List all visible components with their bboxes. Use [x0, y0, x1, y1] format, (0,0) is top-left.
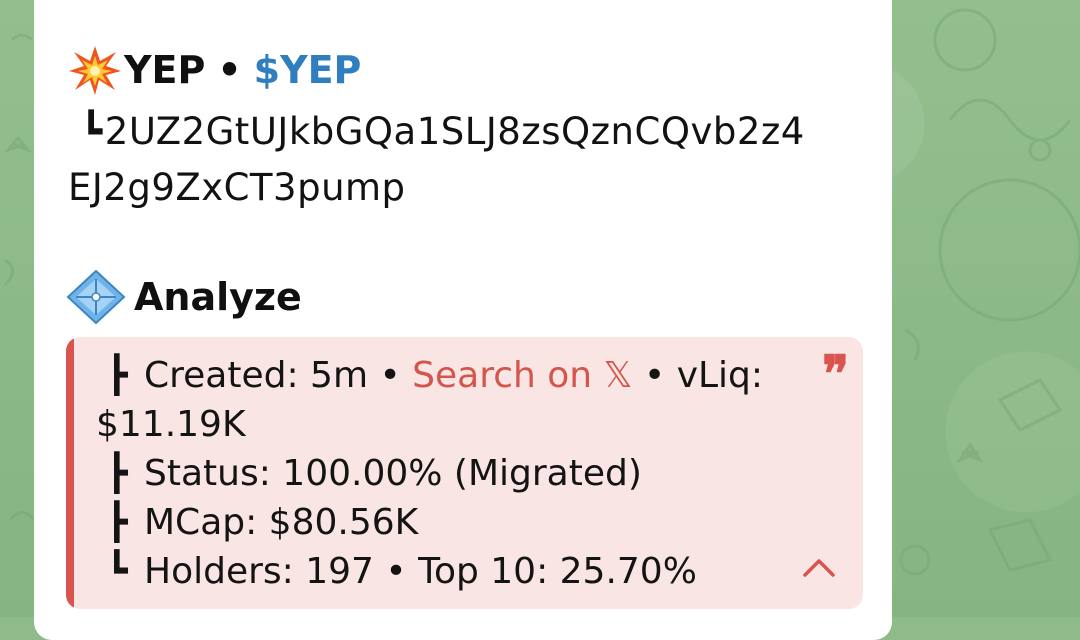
- top10-text: Top 10: 25.70%: [418, 551, 697, 592]
- holders-text: Holders: 197: [144, 551, 374, 592]
- address-line-2: EJ2g9ZxCT3pump: [68, 166, 406, 209]
- analysis-details: ┣ Created: 5m • Search on 𝕏 • vLiq: $11.1…: [96, 351, 816, 596]
- analysis-blockquote[interactable]: ❞ ┣ Created: 5m • Search on 𝕏 • vLiq: $11…: [66, 337, 863, 609]
- tree-branch-glyph: ┣: [106, 453, 128, 494]
- status-line: ┣ Status: 100.00% (Migrated): [96, 449, 816, 498]
- tree-corner-glyph: ┗: [80, 110, 103, 153]
- tree-corner-glyph: ┗: [106, 551, 128, 592]
- created-text: Created: 5m: [144, 355, 369, 396]
- analyze-title: Analyze: [134, 275, 302, 319]
- tree-branch-glyph: ┣: [106, 502, 128, 543]
- token-header: YEP • $YEP: [68, 42, 361, 98]
- quote-accent-bar: [66, 337, 74, 609]
- tree-branch-glyph: ┣: [106, 355, 128, 396]
- diamond-with-dot-emoji-icon: [66, 269, 126, 325]
- contract-address[interactable]: ┗2UZ2GtUJkbGQa1SLJ8zsQznCQvb2z4 EJ2g9ZxC…: [68, 104, 868, 216]
- header-separator: •: [217, 48, 242, 92]
- collision-emoji-icon: [69, 46, 121, 95]
- search-on-x-link[interactable]: Search on 𝕏: [412, 355, 632, 396]
- mcap-line: ┣ MCap: $80.56K: [96, 498, 816, 547]
- token-ticker-link[interactable]: $YEP: [254, 48, 362, 92]
- analyze-heading: Analyze: [66, 268, 302, 326]
- address-line-1: ┗2UZ2GtUJkbGQa1SLJ8zsQznCQvb2z4: [68, 104, 868, 160]
- bullet-separator: •: [368, 355, 413, 396]
- quote-icon: ❞: [822, 344, 849, 403]
- holders-line: ┗ Holders: 197 • Top 10: 25.70%: [96, 547, 816, 596]
- bullet-separator: •: [373, 551, 419, 592]
- vliq-label: vLiq:: [676, 355, 764, 396]
- created-line: ┣ Created: 5m • Search on 𝕏 • vLiq:: [96, 351, 816, 400]
- vliq-value: $11.19K: [96, 404, 246, 445]
- address-part-1: 2UZ2GtUJkbGQa1SLJ8zsQznCQvb2z4: [104, 110, 805, 153]
- bullet-separator: •: [632, 355, 677, 396]
- status-text: Status: 100.00% (Migrated): [144, 453, 642, 494]
- mcap-text: MCap: $80.56K: [144, 502, 419, 543]
- token-name: YEP: [124, 48, 206, 92]
